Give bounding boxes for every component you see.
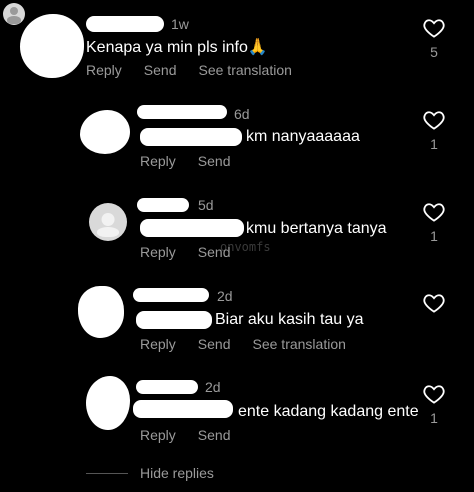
reply-button[interactable]: Reply: [140, 153, 176, 169]
redacted-mention: [140, 128, 242, 146]
heart-outline-icon: [423, 203, 445, 222]
hide-replies-label: Hide replies: [140, 465, 214, 481]
redacted-username: [137, 105, 227, 119]
avatar[interactable]: [78, 286, 124, 338]
like-button[interactable]: 1: [421, 384, 447, 426]
comment-actions: Reply Send: [140, 427, 231, 443]
send-button[interactable]: Send: [198, 427, 231, 443]
heart-outline-icon: [423, 19, 445, 38]
like-count: 1: [430, 410, 438, 426]
comment-time: 2d: [205, 379, 221, 395]
send-button[interactable]: Send: [198, 336, 231, 352]
heart-outline-icon: [423, 294, 445, 313]
comment-actions: Reply Send: [140, 244, 231, 260]
default-avatar-icon[interactable]: [89, 203, 127, 241]
comment-actions: Reply Send See translation: [86, 62, 292, 78]
send-button[interactable]: Send: [198, 153, 231, 169]
like-count: 1: [430, 228, 438, 244]
like-count: 1: [430, 136, 438, 152]
comment-time: 5d: [198, 197, 214, 213]
redacted-mention: [133, 400, 233, 418]
redacted-username: [133, 288, 209, 302]
reply-button[interactable]: Reply: [140, 244, 176, 260]
see-translation-button[interactable]: See translation: [199, 62, 292, 78]
avatar[interactable]: [20, 14, 84, 78]
comment-text: ente kadang kadang ente: [238, 403, 419, 420]
comment-time: 2d: [217, 288, 233, 304]
see-translation-button[interactable]: See translation: [253, 336, 346, 352]
heart-outline-icon: [423, 385, 445, 404]
like-button[interactable]: [421, 293, 447, 319]
send-button[interactable]: Send: [144, 62, 177, 78]
redacted-mention: [136, 311, 212, 329]
comment-time: 6d: [234, 106, 250, 122]
comment-text: kmu bertanya tanya: [246, 220, 387, 237]
comment-text: Biar aku kasih tau ya: [215, 311, 364, 328]
comment-actions: Reply Send See translation: [140, 336, 346, 352]
app-corner-icon: [3, 3, 25, 25]
redacted-username: [137, 198, 189, 212]
avatar[interactable]: [86, 376, 130, 430]
redacted-mention: [140, 219, 244, 237]
comment-time: 1w: [171, 16, 189, 32]
hide-replies-button[interactable]: Hide replies: [86, 465, 214, 481]
heart-outline-icon: [423, 111, 445, 130]
like-button[interactable]: 1: [421, 110, 447, 152]
like-count: 5: [430, 44, 438, 60]
redacted-username: [136, 380, 198, 394]
send-button[interactable]: Send: [198, 244, 231, 260]
comment-actions: Reply Send: [140, 153, 231, 169]
divider-line: [86, 472, 128, 474]
redacted-username: [86, 16, 164, 32]
reply-button[interactable]: Reply: [86, 62, 122, 78]
reply-button[interactable]: Reply: [140, 336, 176, 352]
reply-button[interactable]: Reply: [140, 427, 176, 443]
like-button[interactable]: 5: [421, 18, 447, 60]
like-button[interactable]: 1: [421, 202, 447, 244]
comment-text: km nanyaaaaaa: [246, 128, 360, 145]
comment-text: Kenapa ya min pls info🙏: [86, 39, 268, 56]
avatar[interactable]: [80, 110, 130, 154]
